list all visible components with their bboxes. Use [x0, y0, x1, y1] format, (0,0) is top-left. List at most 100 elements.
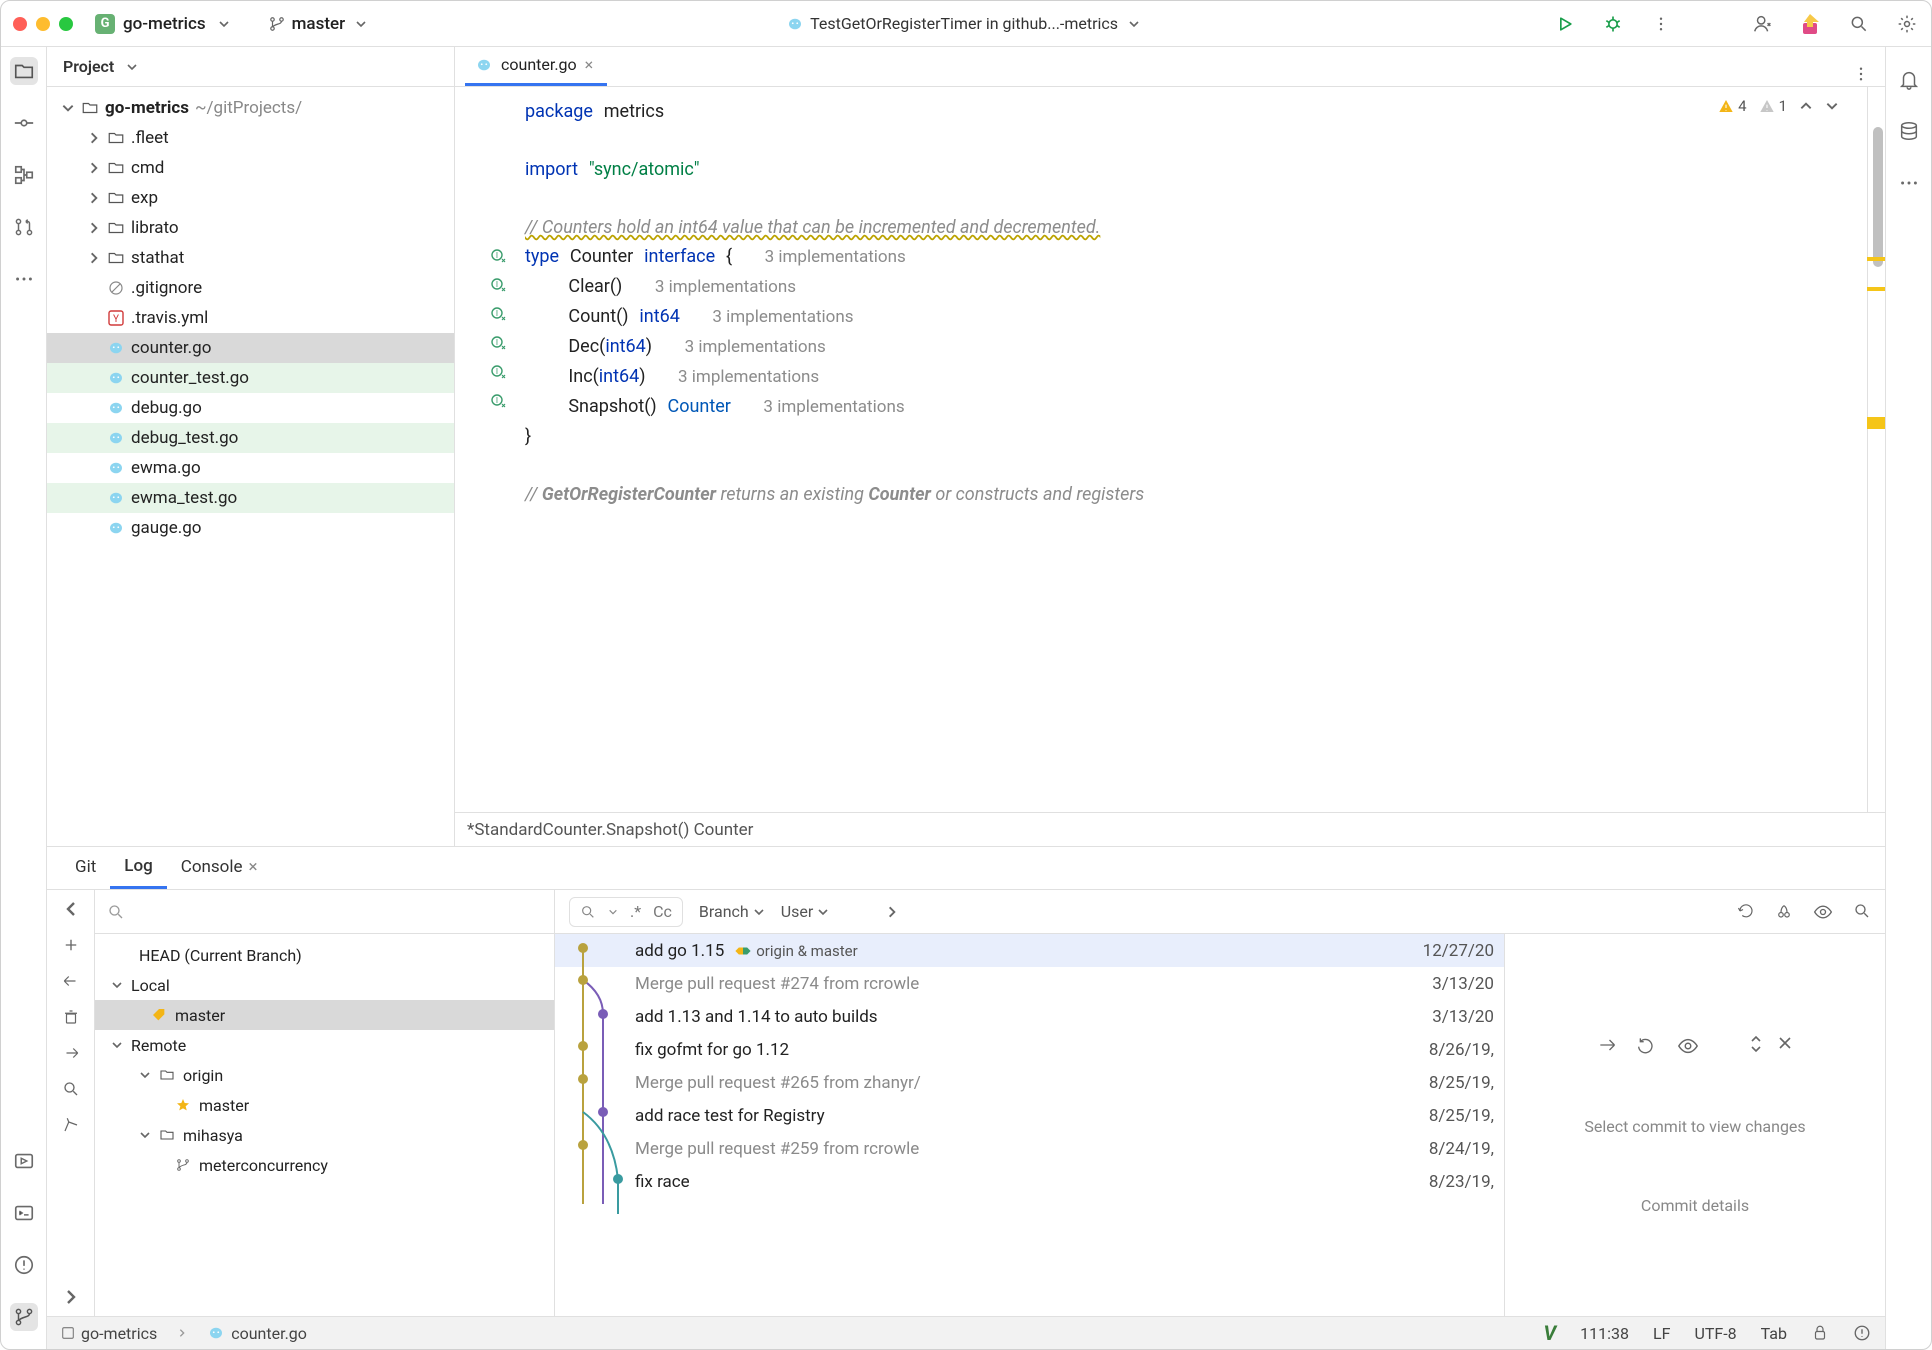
prev-button[interactable]	[62, 900, 80, 918]
log-search-filter[interactable]: .* Cc	[569, 897, 683, 927]
readonly-icon[interactable]	[1811, 1324, 1829, 1342]
tree-file[interactable]: gauge.go	[47, 513, 454, 543]
tab-options-button[interactable]	[1849, 62, 1873, 86]
close-tab-icon[interactable]: ×	[249, 857, 258, 877]
fetch-button[interactable]	[62, 1044, 80, 1062]
editor-breadcrumb[interactable]: *StandardCounter.Snapshot() Counter	[455, 812, 1885, 846]
implementations-icon[interactable]: I	[490, 306, 508, 324]
implementations-icon[interactable]: I	[490, 277, 508, 295]
close-tab-button[interactable]: ×	[585, 57, 594, 73]
services-tool-button[interactable]	[10, 1147, 38, 1175]
chevron-down-icon[interactable]	[1825, 99, 1839, 113]
git-tab-log[interactable]: Log	[110, 848, 166, 889]
editor-body[interactable]: I I I I I I package metrics import "sync…	[455, 87, 1885, 812]
tree-file-selected[interactable]: counter.go	[47, 333, 454, 363]
implementations-icon[interactable]: I	[490, 248, 508, 266]
branch-dropdown[interactable]: master	[262, 10, 374, 38]
vcs-tool-button[interactable]	[10, 1303, 38, 1331]
revert-icon[interactable]	[1637, 1035, 1657, 1055]
more-actions-button[interactable]	[1649, 12, 1673, 36]
git-tab-console[interactable]: Console×	[167, 849, 272, 887]
head-row[interactable]: HEAD (Current Branch)	[95, 940, 554, 970]
code-with-me-button[interactable]	[1751, 12, 1775, 36]
debug-button[interactable]	[1601, 12, 1625, 36]
zoom-window[interactable]	[59, 17, 73, 31]
tree-file[interactable]: .gitignore	[47, 273, 454, 303]
update-button[interactable]	[62, 972, 80, 990]
branch-item[interactable]: meterconcurrency	[95, 1150, 554, 1180]
add-button[interactable]	[62, 936, 80, 954]
tree-folder[interactable]: cmd	[47, 153, 454, 183]
implementations-icon[interactable]: I	[490, 393, 508, 411]
project-header[interactable]: Project	[47, 47, 454, 87]
expand-icon[interactable]	[1749, 1035, 1763, 1053]
refresh-icon[interactable]	[1737, 902, 1755, 920]
find-commit-icon[interactable]	[1853, 902, 1871, 920]
tree-folder[interactable]: exp	[47, 183, 454, 213]
find-button[interactable]	[62, 1080, 80, 1098]
database-tool-button[interactable]	[1895, 117, 1923, 145]
match-case-toggle[interactable]: Cc	[653, 902, 672, 921]
notifications-button[interactable]	[1895, 65, 1923, 93]
terminal-tool-button[interactable]	[10, 1199, 38, 1227]
line-separator[interactable]: LF	[1653, 1324, 1670, 1343]
structure-tool-button[interactable]	[10, 161, 38, 189]
commit-row[interactable]: fix gofmt for go 1.128/26/19,	[555, 1033, 1504, 1066]
indent[interactable]: Tab	[1761, 1324, 1787, 1343]
branch-search[interactable]	[95, 890, 554, 934]
cherry-icon[interactable]	[1775, 902, 1793, 920]
tree-file[interactable]: debug.go	[47, 393, 454, 423]
tree-folder[interactable]: .fleet	[47, 123, 454, 153]
branch-item[interactable]: master	[95, 1000, 554, 1030]
pull-requests-tool-button[interactable]	[10, 213, 38, 241]
eye-icon[interactable]	[1677, 1035, 1699, 1057]
encoding[interactable]: UTF-8	[1694, 1324, 1736, 1343]
editor-gutter[interactable]: I I I I I I	[455, 87, 517, 812]
remote-group[interactable]: origin	[95, 1060, 554, 1090]
vim-indicator[interactable]: V	[1543, 1321, 1556, 1345]
implementations-icon[interactable]: I	[490, 335, 508, 353]
search-everywhere-button[interactable]	[1847, 12, 1871, 36]
more-tools-button[interactable]	[10, 265, 38, 293]
branch-group-remote[interactable]: Remote	[95, 1030, 554, 1060]
tree-file[interactable]: counter_test.go	[47, 363, 454, 393]
commit-row[interactable]: fix race8/23/19,	[555, 1165, 1504, 1198]
eye-icon[interactable]	[1813, 902, 1833, 922]
user-filter[interactable]: User	[781, 902, 830, 921]
caret-position[interactable]: 111:38	[1580, 1324, 1629, 1343]
commit-row[interactable]: add race test for Registry8/25/19,	[555, 1099, 1504, 1132]
commit-row[interactable]: add go 1.15origin & master12/27/20	[555, 934, 1504, 967]
commit-row[interactable]: Merge pull request #259 from rcrowle8/24…	[555, 1132, 1504, 1165]
chevron-up-icon[interactable]	[1799, 99, 1813, 113]
breadcrumb-root[interactable]: go-metrics	[61, 1324, 157, 1343]
run-button[interactable]	[1553, 12, 1577, 36]
branch-group-local[interactable]: Local	[95, 970, 554, 1000]
tree-file[interactable]: ewma_test.go	[47, 483, 454, 513]
breadcrumb-file[interactable]: counter.go	[207, 1324, 307, 1343]
inspection-widget[interactable]: 4 1	[1718, 97, 1839, 115]
commit-row[interactable]: Merge pull request #274 from rcrowle3/13…	[555, 967, 1504, 1000]
tree-file[interactable]: Y.travis.yml	[47, 303, 454, 333]
minimize-window[interactable]	[36, 17, 50, 31]
tree-root[interactable]: go-metrics ~/gitProjects/	[47, 93, 454, 123]
branch-filter[interactable]: Branch	[699, 902, 765, 921]
cherry-pick-button[interactable]	[62, 1116, 80, 1134]
project-tree[interactable]: go-metrics ~/gitProjects/ .fleet cmd exp…	[47, 87, 454, 846]
project-tool-button[interactable]	[10, 57, 38, 85]
ide-updates-icon[interactable]	[1799, 12, 1823, 36]
scrollbar-thumb[interactable]	[1873, 127, 1883, 267]
tree-file[interactable]: debug_test.go	[47, 423, 454, 453]
close-window[interactable]	[13, 17, 27, 31]
close-icon[interactable]	[1777, 1035, 1793, 1051]
settings-button[interactable]	[1895, 12, 1919, 36]
git-tab-git[interactable]: Git	[61, 849, 110, 887]
remote-group[interactable]: mihasya	[95, 1120, 554, 1150]
tree-folder[interactable]: stathat	[47, 243, 454, 273]
commit-row[interactable]: Merge pull request #265 from zhanyr/8/25…	[555, 1066, 1504, 1099]
commit-list[interactable]: add go 1.15origin & master12/27/20 Merge…	[555, 934, 1505, 1316]
status-problems-icon[interactable]	[1853, 1324, 1871, 1342]
delete-button[interactable]	[62, 1008, 80, 1026]
diff-prev-icon[interactable]	[1597, 1035, 1617, 1055]
commit-tool-button[interactable]	[10, 109, 38, 137]
problems-tool-button[interactable]	[10, 1251, 38, 1279]
